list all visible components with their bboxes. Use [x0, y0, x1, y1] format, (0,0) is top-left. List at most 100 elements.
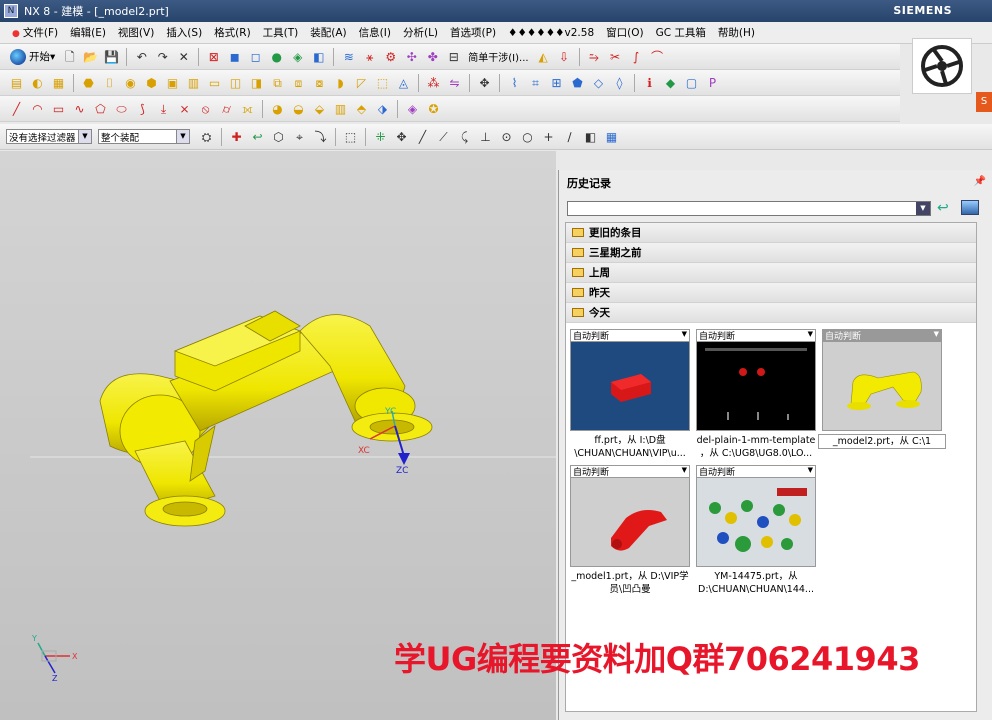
- trim-body-icon[interactable]: ⬘: [352, 99, 371, 118]
- menu-analysis[interactable]: 分析(L): [397, 25, 444, 40]
- type-filter-dropdown[interactable]: 没有选择过滤器 ▼: [6, 129, 92, 144]
- menu-view[interactable]: 视图(V): [112, 25, 160, 40]
- history-group-older[interactable]: 更旧的条目: [566, 223, 976, 243]
- history-card-selected[interactable]: 自动判断 ▼ _model2.prt，从 C:\1: [818, 329, 946, 459]
- menu-format[interactable]: 格式(R): [208, 25, 257, 40]
- point-on-face-icon[interactable]: ◧: [581, 127, 600, 146]
- edge-blend-icon[interactable]: ◕: [268, 99, 287, 118]
- history-card[interactable]: 自动判断 ▼ del-plain-1-mm-template ，从 C:\UG8\U…: [696, 329, 816, 459]
- load-option-dropdown[interactable]: 自动判断 ▼: [696, 465, 816, 478]
- slot-icon[interactable]: ▭: [205, 73, 224, 92]
- existing-point-icon[interactable]: +: [539, 127, 558, 146]
- reset-icon[interactable]: ↩: [248, 127, 267, 146]
- extract-curve-icon[interactable]: ⦸: [196, 99, 215, 118]
- menu-plugin[interactable]: ♦♦♦♦♦♦v2.58: [502, 27, 600, 39]
- sew-icon[interactable]: ⬗: [373, 99, 392, 118]
- curve-tool-icon[interactable]: ⥲: [585, 47, 604, 66]
- chamfer-icon[interactable]: ◸: [352, 73, 371, 92]
- history-card[interactable]: 自动判断 ▼ YM-14475.prt，从 D:\CHUAN\CHUAN\144..…: [696, 465, 816, 595]
- info-icon[interactable]: ℹ: [640, 73, 659, 92]
- drafting-icon[interactable]: ◭: [534, 47, 553, 66]
- simple-interference-button[interactable]: 简单干涉(I)...: [468, 49, 528, 64]
- wireframe-view-icon[interactable]: ◻: [246, 47, 265, 66]
- extension-surface-icon[interactable]: ◊: [610, 73, 629, 92]
- boss-icon[interactable]: ⬢: [142, 73, 161, 92]
- bridge-curve-icon[interactable]: ⌒: [648, 47, 667, 66]
- join-curve-icon[interactable]: ⟗: [238, 99, 257, 118]
- undo-icon[interactable]: ↶: [132, 47, 151, 66]
- transform-icon[interactable]: ✥: [475, 73, 494, 92]
- rib-icon[interactable]: ◨: [247, 73, 266, 92]
- load-option-dropdown[interactable]: 自动判断 ▼: [570, 329, 690, 342]
- trim-icon[interactable]: ✂: [606, 47, 625, 66]
- load-option-dropdown[interactable]: 自动判断 ▼: [570, 465, 690, 478]
- helix-icon[interactable]: ⌭: [217, 99, 236, 118]
- ellipse-icon[interactable]: ⬭: [112, 99, 131, 118]
- shell-icon[interactable]: ⬚: [373, 73, 392, 92]
- menu-file[interactable]: 文件(F): [6, 25, 64, 40]
- redo-icon[interactable]: ↷: [153, 47, 172, 66]
- menu-help[interactable]: 帮助(H): [712, 25, 761, 40]
- select-all-icon[interactable]: ⛭: [197, 127, 216, 146]
- midpoint-icon[interactable]: ⊥: [476, 127, 495, 146]
- component-icon[interactable]: ✣: [402, 47, 421, 66]
- bounded-grid-icon[interactable]: ▦: [602, 127, 621, 146]
- draft-icon[interactable]: ◬: [394, 73, 413, 92]
- history-group-yesterday[interactable]: 昨天: [566, 283, 976, 303]
- snap-point-icon[interactable]: ✚: [227, 127, 246, 146]
- endpoint-icon[interactable]: ✥: [392, 127, 411, 146]
- menu-assembly[interactable]: 装配(A): [304, 25, 352, 40]
- face-blend-icon[interactable]: ◒: [289, 99, 308, 118]
- move-component-icon[interactable]: ✤: [423, 47, 442, 66]
- quadrant-point-icon[interactable]: ○: [518, 127, 537, 146]
- intersection-point-icon[interactable]: ⤹: [455, 127, 474, 146]
- spline-icon[interactable]: ∫: [627, 47, 646, 66]
- hole-icon[interactable]: ◉: [121, 73, 140, 92]
- pocket-icon[interactable]: ▣: [163, 73, 182, 92]
- load-option-dropdown[interactable]: 自动判断 ▼: [822, 329, 942, 342]
- arc-icon[interactable]: ◠: [28, 99, 47, 118]
- save-icon[interactable]: 💾: [102, 47, 121, 66]
- cursor-location-icon[interactable]: ⌖: [290, 127, 309, 146]
- object-info-icon[interactable]: ▢: [682, 73, 701, 92]
- side-tab-badge[interactable]: S: [976, 92, 992, 112]
- intersection-curve-icon[interactable]: ⨯: [175, 99, 194, 118]
- menu-insert[interactable]: 插入(S): [160, 25, 208, 40]
- offset-curve-icon[interactable]: ⟆: [133, 99, 152, 118]
- studio-spline-icon[interactable]: ∿: [70, 99, 89, 118]
- studio-surface-icon[interactable]: ⊞: [547, 73, 566, 92]
- pin-icon[interactable]: 📌: [974, 176, 986, 187]
- on-curve-icon[interactable]: ╱: [413, 127, 432, 146]
- pattern-icon[interactable]: ⁂: [424, 73, 443, 92]
- sweep-along-icon[interactable]: ⬙: [310, 99, 329, 118]
- blend-icon[interactable]: ◗: [331, 73, 350, 92]
- offset-surface-icon[interactable]: ◇: [589, 73, 608, 92]
- history-search-dropdown[interactable]: ▼: [567, 201, 931, 216]
- line-icon[interactable]: ╱: [7, 99, 26, 118]
- history-card[interactable]: 自动判断 ▼ ff.prt，从 I:\D盘 \CHUAN\CHUAN\VIP\u..…: [570, 329, 690, 459]
- feature-select-icon[interactable]: ⬡: [269, 127, 288, 146]
- orient-view-icon[interactable]: ◈: [288, 47, 307, 66]
- extrude-icon[interactable]: ▤: [7, 73, 26, 92]
- project-curve-icon[interactable]: ⤓: [154, 99, 173, 118]
- block-icon[interactable]: ▦: [49, 73, 68, 92]
- analysis-icon[interactable]: ◈: [403, 99, 422, 118]
- shaded-view-icon[interactable]: ◼: [225, 47, 244, 66]
- menu-edit[interactable]: 编辑(E): [64, 25, 112, 40]
- start-button[interactable]: 开始▾: [6, 48, 59, 65]
- mirror-icon[interactable]: ⇋: [445, 73, 464, 92]
- view-mode-icon[interactable]: [961, 200, 979, 215]
- open-folder-icon[interactable]: 📂: [81, 47, 100, 66]
- pad-icon[interactable]: ▥: [184, 73, 203, 92]
- history-card[interactable]: 自动判断 ▼ _model1.prt，从 D:\VIP学 员\凹凸曼: [570, 465, 690, 595]
- constraint-icon[interactable]: ⚹: [360, 47, 379, 66]
- measure-icon[interactable]: ⊟: [444, 47, 463, 66]
- history-group-three-weeks[interactable]: 三星期之前: [566, 243, 976, 263]
- selection-scope-dropdown[interactable]: 整个装配 ▼: [98, 129, 190, 144]
- subtract-icon[interactable]: ⧈: [289, 73, 308, 92]
- mate-icon[interactable]: ⚙: [381, 47, 400, 66]
- point-on-curve-icon[interactable]: ∕: [560, 127, 579, 146]
- draft-analysis-icon[interactable]: ✪: [424, 99, 443, 118]
- box-select-icon[interactable]: ⬚: [341, 127, 360, 146]
- fit-view-icon[interactable]: ⊠: [204, 47, 223, 66]
